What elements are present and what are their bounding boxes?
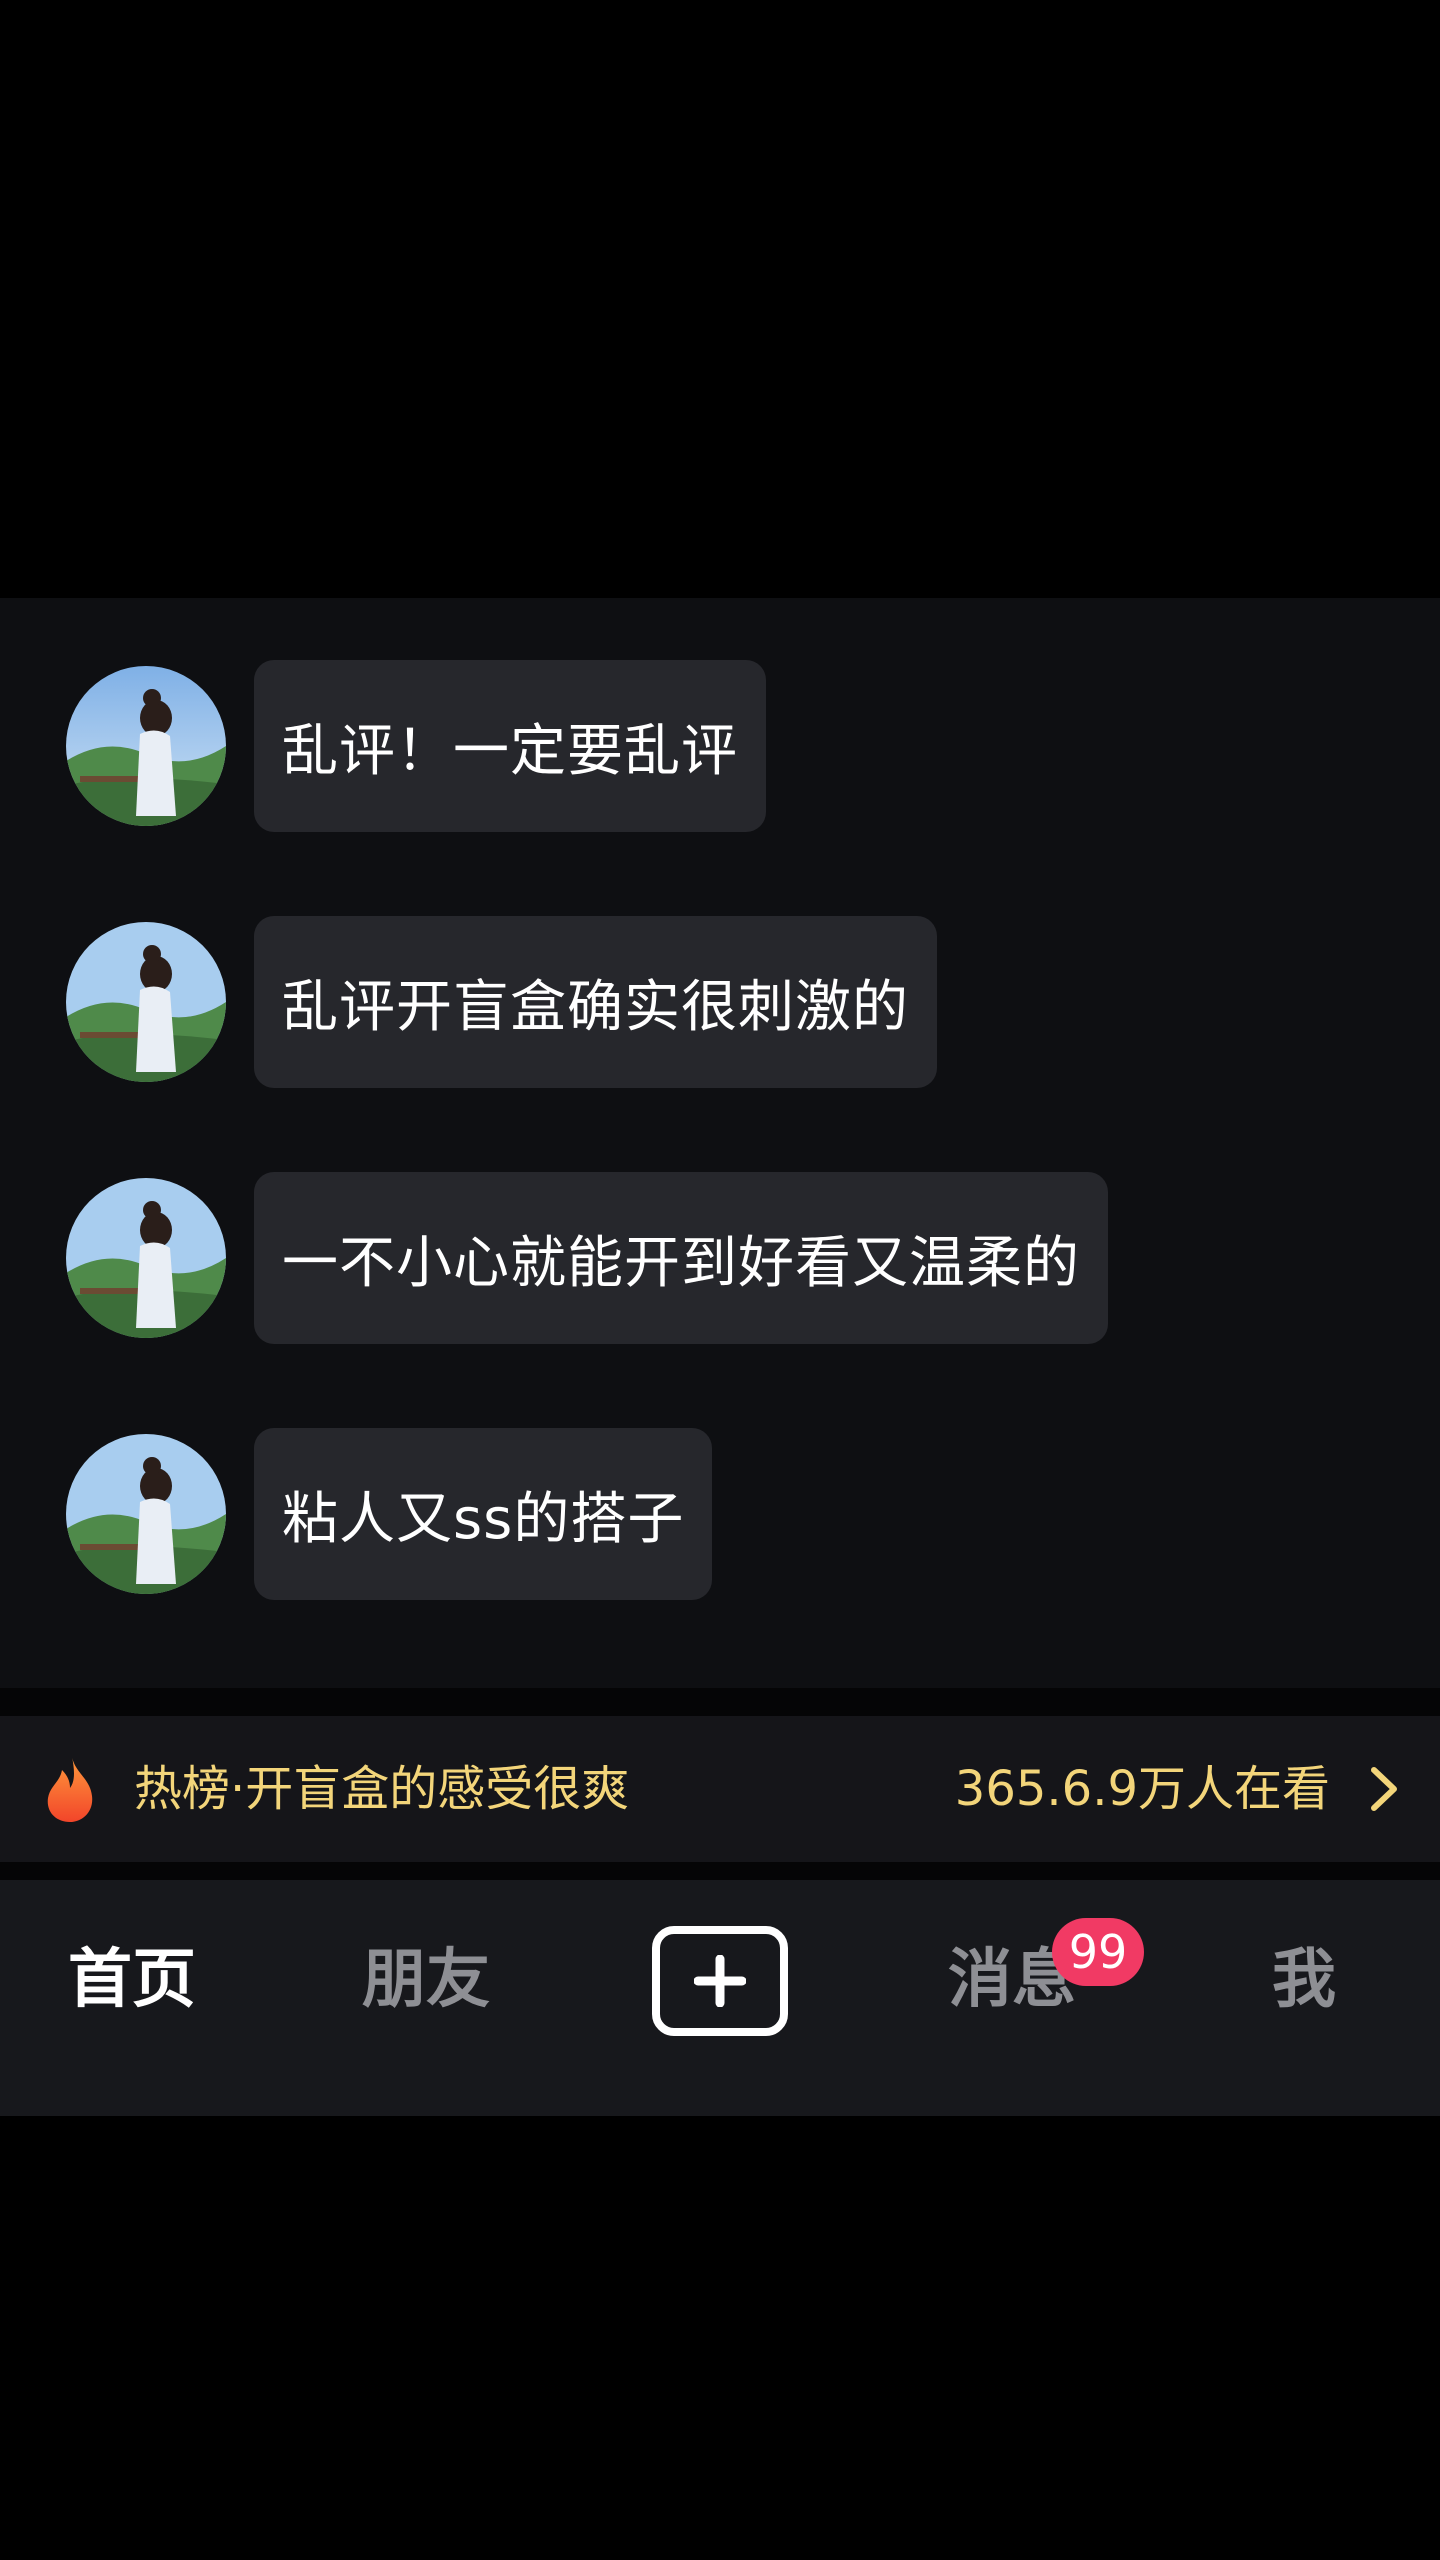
- message-bubble[interactable]: 乱评！一定要乱评: [254, 660, 766, 832]
- tab-me[interactable]: 我: [1204, 1880, 1404, 2080]
- hot-list-title: 热榜·开盲盒的感受很爽: [134, 1761, 630, 1817]
- message-bubble[interactable]: 乱评开盲盒确实很刺激的: [254, 916, 937, 1088]
- hot-list-banner[interactable]: 热榜·开盲盒的感受很爽 365.6.9万人在看: [0, 1716, 1440, 1862]
- message-row: 乱评！一定要乱评: [66, 660, 766, 832]
- avatar[interactable]: [66, 1178, 226, 1338]
- message-row: 粘人又ss的搭子: [66, 1428, 713, 1600]
- tab-friends[interactable]: 朋友: [326, 1880, 526, 2080]
- message-bubble[interactable]: 一不小心就能开到好看又温柔的: [254, 1172, 1108, 1344]
- message-row: 一不小心就能开到好看又温柔的: [66, 1172, 1108, 1344]
- avatar[interactable]: [66, 666, 226, 826]
- chat-area: 乱评！一定要乱评 乱评开盲盒确实很刺激的 一不小心就能开到好看又温柔的 粘人又s…: [0, 598, 1440, 1688]
- unread-badge: 99: [1052, 1918, 1144, 1986]
- message-row: 乱评开盲盒确实很刺激的: [66, 916, 937, 1088]
- viewer-count: 365.6.9万人在看: [954, 1761, 1330, 1817]
- chevron-right-icon[interactable]: [1364, 1764, 1404, 1814]
- divider: [0, 1688, 1440, 1716]
- message-bubble[interactable]: 粘人又ss的搭子: [254, 1428, 713, 1600]
- tab-home[interactable]: 首页: [32, 1880, 232, 2080]
- plus-icon: [694, 1955, 746, 2007]
- bottom-tab-bar: 首页 朋友 消息 99 我: [0, 1880, 1440, 2116]
- create-button[interactable]: [652, 1926, 788, 2036]
- avatar[interactable]: [66, 1434, 226, 1594]
- flame-icon: [47, 1756, 93, 1822]
- avatar[interactable]: [66, 922, 226, 1082]
- divider: [0, 1862, 1440, 1880]
